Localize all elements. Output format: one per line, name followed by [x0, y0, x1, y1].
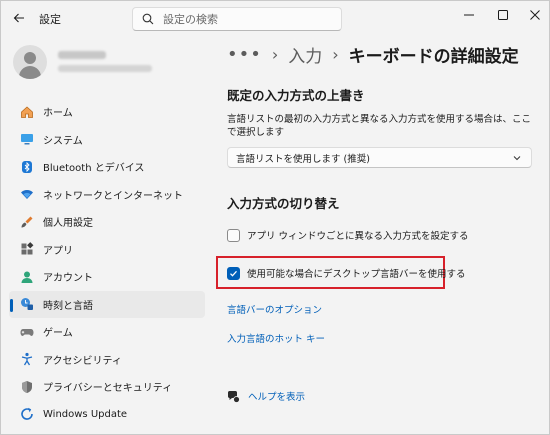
breadcrumb-separator-icon: › [271, 44, 279, 64]
home-icon [19, 104, 35, 120]
update-icon [19, 406, 35, 422]
shield-icon [19, 379, 35, 395]
sidebar-item-label: アプリ [43, 245, 73, 257]
accessibility-icon [19, 351, 35, 367]
sidebar-item-label: 時刻と言語 [43, 300, 93, 312]
help-label: ヘルプを表示 [248, 392, 306, 403]
sidebar-item-system[interactable]: システム [9, 126, 205, 154]
back-button[interactable] [7, 7, 31, 29]
breadcrumb-parent-link[interactable]: 入力 [288, 42, 322, 67]
langbar-checkbox[interactable] [227, 266, 240, 280]
switching-section-title: 入力方式の切り替え [227, 196, 340, 211]
sidebar-item-privacy[interactable]: プライバシーとセキュリティ [9, 373, 205, 401]
account-name-redacted [58, 51, 106, 59]
per-app-input-checkbox-row[interactable]: アプリ ウィンドウごとに異なる入力方式を設定する [227, 228, 469, 242]
brush-icon [19, 214, 35, 230]
sidebar-item-label: ネットワークとインターネット [43, 190, 183, 202]
sidebar-item-label: プライバシーとセキュリティ [43, 383, 173, 395]
clock-language-icon [19, 296, 35, 312]
langbar-options-link[interactable]: 言語バーのオプション [227, 302, 322, 316]
wifi-icon [19, 186, 35, 202]
sidebar-item-network[interactable]: ネットワークとインターネット [9, 181, 205, 209]
checkmark-icon [230, 270, 237, 277]
sidebar-item-home[interactable]: ホーム [9, 98, 205, 126]
settings-window: 設定 ホーム [0, 0, 550, 435]
minimize-button[interactable] [451, 1, 487, 29]
page-title: キーボードの詳細設定 [348, 46, 519, 67]
help-icon [228, 390, 240, 403]
help-link[interactable]: ヘルプを表示 [227, 389, 305, 403]
close-icon [530, 10, 540, 20]
account-icon [19, 269, 35, 285]
breadcrumb: ••• › 入力 › キーボードの詳細設定 [227, 41, 519, 67]
title-bar: 設定 [1, 1, 549, 35]
dropdown-selected-value: 言語リストを使用します (推奨) [236, 153, 370, 165]
active-indicator [10, 298, 13, 312]
breadcrumb-separator-icon: › [332, 44, 339, 64]
bluetooth-icon [19, 159, 35, 175]
avatar-body [19, 66, 41, 79]
search-icon [142, 12, 156, 26]
window-title: 設定 [39, 13, 61, 26]
sidebar-item-label: ゲーム [43, 328, 73, 340]
chevron-down-icon [513, 156, 521, 161]
avatar[interactable] [13, 45, 47, 79]
sidebar-item-bluetooth[interactable]: Bluetooth とデバイス [9, 153, 205, 181]
per-app-input-checkbox[interactable] [227, 228, 240, 242]
search-input[interactable] [163, 12, 333, 26]
system-icon [19, 131, 35, 147]
sidebar-item-gaming[interactable]: ゲーム [9, 318, 205, 346]
sidebar-item-apps[interactable]: アプリ [9, 236, 205, 264]
sidebar-item-label: アカウント [43, 273, 93, 285]
override-section-title: 既定の入力方式の上書き [227, 88, 365, 103]
account-email-redacted [58, 65, 152, 72]
maximize-icon [498, 10, 508, 20]
breadcrumb-overflow-button[interactable]: ••• [227, 44, 262, 65]
sidebar-item-windows-update[interactable]: Windows Update [9, 401, 205, 429]
langbar-checkbox-row[interactable]: 使用可能な場合にデスクトップ言語バーを使用する [227, 266, 466, 280]
input-method-dropdown[interactable]: 言語リストを使用します (推奨) [227, 147, 532, 168]
sidebar-item-label: アクセシビリティ [43, 355, 122, 367]
back-arrow-icon [13, 13, 24, 23]
sidebar-nav: ホーム システム Bluetooth とデバイス ネットワークとインターネット … [9, 98, 205, 428]
gamepad-icon [19, 324, 35, 340]
sidebar-item-label: ホーム [43, 108, 73, 120]
minimize-icon [464, 14, 474, 16]
langbar-label: 使用可能な場合にデスクトップ言語バーを使用する [247, 269, 466, 280]
override-description: 言語リストの最初の入力方式と異なる入力方式を使用する場合は、ここで選択します [227, 114, 532, 138]
hotkeys-link[interactable]: 入力言語のホット キー [227, 331, 325, 345]
per-app-input-label: アプリ ウィンドウごとに異なる入力方式を設定する [247, 231, 469, 242]
sidebar-item-label: Windows Update [43, 408, 128, 420]
sidebar-item-personalization[interactable]: 個人用設定 [9, 208, 205, 236]
search-box[interactable] [132, 7, 342, 31]
close-button[interactable] [517, 1, 549, 29]
sidebar-item-label: 個人用設定 [43, 218, 93, 230]
sidebar-item-accessibility[interactable]: アクセシビリティ [9, 346, 205, 374]
sidebar-item-label: システム [43, 135, 83, 147]
maximize-button[interactable] [485, 1, 521, 29]
sidebar-item-label: Bluetooth とデバイス [43, 163, 145, 175]
sidebar-item-time-language[interactable]: 時刻と言語 [9, 290, 205, 318]
avatar-head [24, 52, 36, 64]
apps-icon [19, 241, 35, 257]
sidebar-item-accounts[interactable]: アカウント [9, 263, 205, 291]
